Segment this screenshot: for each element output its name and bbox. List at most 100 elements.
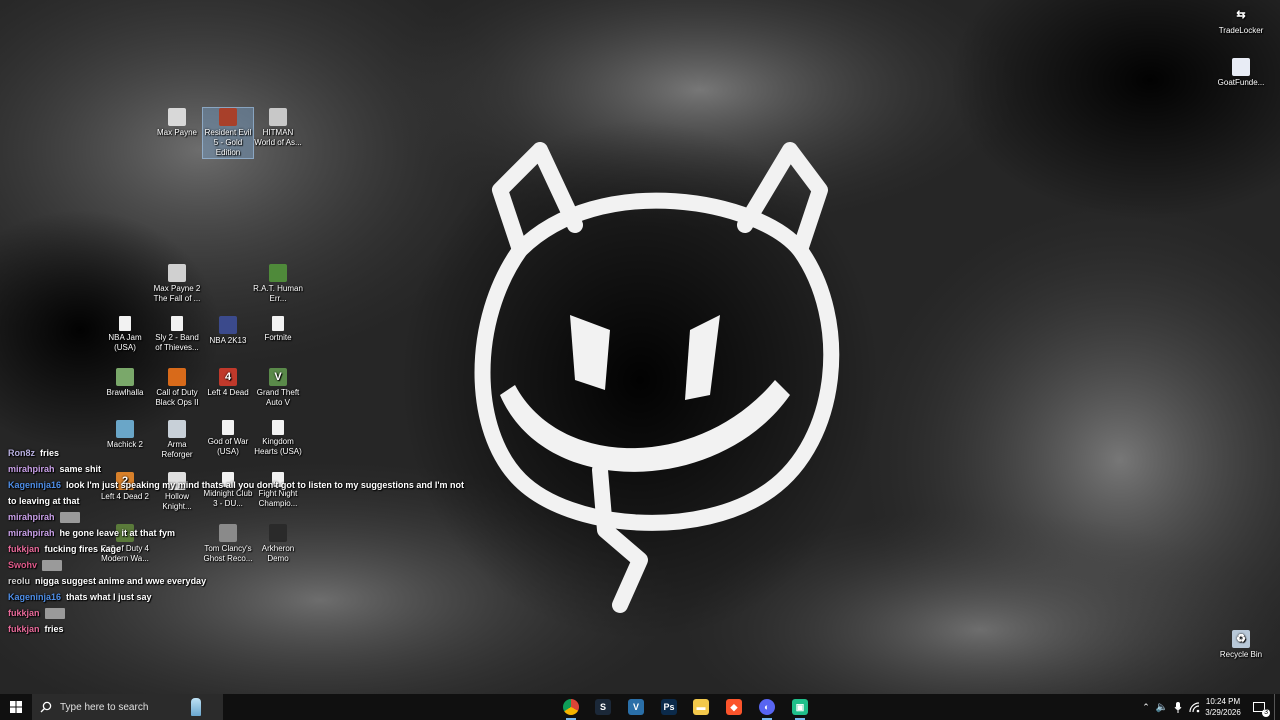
file-icon <box>272 420 284 435</box>
chat-username[interactable]: fukkjan <box>8 544 40 554</box>
chat-username[interactable]: fukkjan <box>8 608 40 618</box>
chevron-up-icon: ⌃ <box>1142 701 1150 712</box>
machick-icon <box>116 420 134 438</box>
chat-text: he gone leave it at that fym <box>59 528 176 538</box>
desktop-icon-label: Max Payne 2 The Fall of ... <box>153 284 201 303</box>
steam-icon: S <box>595 699 611 715</box>
vegas-icon: V <box>628 699 644 715</box>
chat-username[interactable]: reolu <box>8 576 30 586</box>
chat-username[interactable]: Kageninja16 <box>8 592 61 602</box>
resident-evil-icon <box>219 108 237 126</box>
nba-2k13-icon <box>219 316 237 334</box>
notification-center-button[interactable]: 3 <box>1248 694 1270 720</box>
microphone-button[interactable] <box>1170 694 1186 720</box>
search-icon <box>40 701 52 713</box>
taskbar-app-button[interactable]: S <box>590 694 616 720</box>
chat-text: fries <box>40 448 60 458</box>
desktop-icon-9[interactable]: Brawlhalla <box>100 368 150 398</box>
chat-message: to leaving at that <box>8 493 568 509</box>
taskbar-app-button[interactable]: ◐ <box>754 694 780 720</box>
clock-date: 3/29/2026 <box>1205 708 1241 717</box>
chat-username[interactable]: mirahpirah <box>8 512 55 522</box>
desktop-icon-label: Sly 2 - Band of Thieves... <box>155 333 199 352</box>
chat-text: look I'm just speaking my mind thats all… <box>66 480 464 490</box>
chat-text: nigga suggest anime and wwe everyday <box>35 576 207 586</box>
desktop-icon-0[interactable]: Max Payne <box>152 108 202 138</box>
taskbar-app-button[interactable]: Ps <box>656 694 682 720</box>
desktop-icon-right-1[interactable]: GoatFunde... <box>1216 58 1266 88</box>
chat-text: same shit <box>59 464 102 474</box>
desktop-icon-11[interactable]: 4 Left 4 Dead <box>203 368 253 398</box>
taskbar-clock[interactable]: 10:24 PM 3/29/2026 <box>1200 694 1246 720</box>
desktop-icon-10[interactable]: Call of Duty Black Ops II <box>152 368 202 408</box>
chat-emote-icon <box>42 560 63 572</box>
chat-message: fukkjan fucking fires kage <box>8 541 568 557</box>
chat-username[interactable]: Ron8z <box>8 448 35 458</box>
chat-username[interactable]: fukkjan <box>8 624 40 634</box>
chat-message: fukkjan <box>8 605 568 621</box>
taskbar-app-button[interactable]: ◆ <box>721 694 747 720</box>
taskbar-app-button[interactable] <box>558 694 584 720</box>
app-icon: ▣ <box>792 699 808 715</box>
chat-message: Ron8z fries <box>8 445 568 461</box>
desktop-icon-4[interactable]: R.A.T. Human Err... <box>253 264 303 304</box>
desktop-icon-label: Max Payne <box>156 128 198 137</box>
notification-count: 3 <box>1262 709 1270 717</box>
taskbar-app-button[interactable]: ▬ <box>688 694 714 720</box>
photoshop-icon: Ps <box>661 699 677 715</box>
chat-text: fucking fires kage <box>44 544 122 554</box>
chat-username[interactable]: mirahpirah <box>8 528 55 538</box>
discord-icon: ◐ <box>759 699 775 715</box>
chat-message: Swohv <box>8 557 568 573</box>
network-icon <box>1188 701 1199 712</box>
chat-text: to leaving at that <box>8 496 80 506</box>
brave-icon: ◆ <box>726 699 742 715</box>
desktop-icon-7[interactable]: NBA 2K13 <box>203 316 253 346</box>
desktop-icon-1[interactable]: Resident Evil 5 - Gold Edition <box>202 107 254 159</box>
desktop-icon-label: HITMAN World of As... <box>254 128 302 147</box>
chat-message: Kageninja16 look I'm just speaking my min… <box>8 477 568 493</box>
desktop-icon-5[interactable]: NBA Jam (USA) <box>100 316 150 353</box>
chat-text: thats what I just say <box>66 592 152 602</box>
file-icon <box>222 420 234 435</box>
desktop-icon-label: Grand Theft Auto V <box>256 388 300 407</box>
chrome-icon <box>563 699 579 715</box>
chat-username[interactable]: Swohv <box>8 560 37 570</box>
desktop-icon-label: Resident Evil 5 - Gold Edition <box>204 128 252 157</box>
desktop-icon-right-2[interactable]: ♻ Recycle Bin <box>1216 630 1266 660</box>
chat-username[interactable]: mirahpirah <box>8 464 55 474</box>
show-desktop-button[interactable] <box>1274 694 1280 720</box>
max-payne-2-icon <box>168 264 186 282</box>
chat-overlay: Ron8z fries mirahpirah same shit Kageninja16… <box>8 445 568 637</box>
speaker-icon: 🔈 <box>1155 701 1169 713</box>
show-hidden-icons-button[interactable]: ⌃ <box>1138 694 1154 720</box>
chat-message: mirahpirah <box>8 509 568 525</box>
desktop-icon-8[interactable]: Fortnite <box>253 316 303 343</box>
desktop-icon-right-label: Recycle Bin <box>1219 650 1263 659</box>
volume-button[interactable]: 🔈 <box>1154 694 1170 720</box>
start-button[interactable] <box>0 694 32 720</box>
taskbar-app-button[interactable]: ▣ <box>787 694 813 720</box>
desktop-icon-6[interactable]: Sly 2 - Band of Thieves... <box>152 316 202 353</box>
cod-bo2-icon <box>168 368 186 386</box>
microphone-icon <box>1174 701 1182 713</box>
hitman-icon <box>269 108 287 126</box>
taskbar-search-box[interactable]: Type here to search <box>32 694 223 720</box>
chat-message: Kageninja16 thats what I just say <box>8 589 568 605</box>
arma-icon <box>168 420 186 438</box>
file-icon <box>119 316 131 331</box>
chat-text: fries <box>44 624 64 634</box>
chat-username[interactable]: Kageninja16 <box>8 480 61 490</box>
desktop-icon-right-0[interactable]: ⇆ TradeLocker <box>1216 6 1266 36</box>
desktop-icon-2[interactable]: HITMAN World of As... <box>253 108 303 148</box>
brawlhalla-icon <box>116 368 134 386</box>
rat-icon <box>269 264 287 282</box>
search-highlight-icon <box>191 698 201 716</box>
taskbar-app-button[interactable]: V <box>623 694 649 720</box>
desktop-icon-12[interactable]: V Grand Theft Auto V <box>253 368 303 408</box>
file-icon <box>171 316 183 331</box>
chat-message: mirahpirah same shit <box>8 461 568 477</box>
desktop-icon-3[interactable]: Max Payne 2 The Fall of ... <box>152 264 202 304</box>
search-placeholder: Type here to search <box>60 701 149 713</box>
desktop-icon-right-label: TradeLocker <box>1218 26 1264 35</box>
